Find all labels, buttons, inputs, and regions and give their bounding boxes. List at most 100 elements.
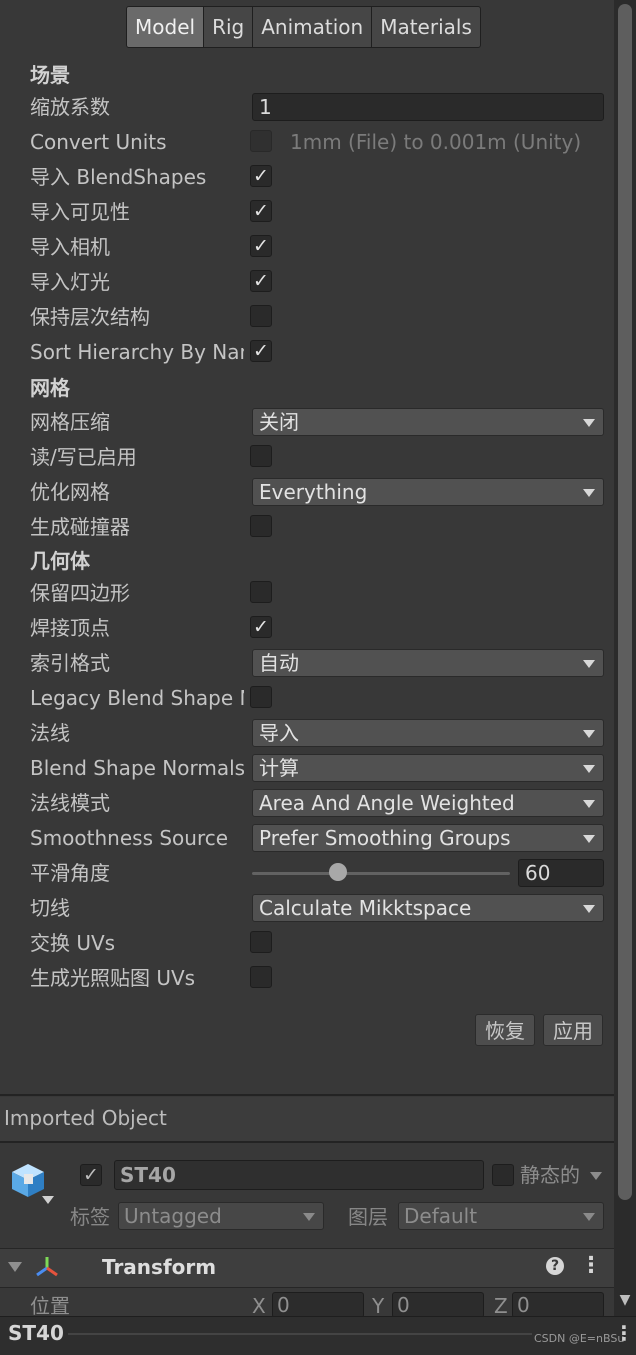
scale-factor-input[interactable]: 1 — [252, 93, 604, 121]
transform-component-header[interactable] — [0, 1248, 614, 1288]
convert-units-hint: 1mm (File) to 0.001m (Unity) — [290, 130, 582, 154]
watermark-text: CSDN @E=nBSu — [532, 1332, 627, 1345]
legacy-blend-checkbox[interactable] — [250, 686, 272, 708]
position-z-input[interactable]: 0 — [512, 1292, 604, 1318]
read-write-row: 读/写已启用 — [30, 440, 610, 475]
tangents-row: 切线 Calculate Mikktspace — [30, 891, 610, 926]
layer-value: Default — [404, 1204, 478, 1228]
import-blendshapes-checkbox[interactable]: ✓ — [250, 165, 272, 187]
lightmap-uvs-label: 生成光照贴图 UVs — [30, 966, 196, 990]
weld-vertices-checkbox[interactable]: ✓ — [250, 616, 272, 638]
lightmap-uvs-row: 生成光照贴图 UVs — [30, 961, 610, 996]
import-visibility-checkbox[interactable]: ✓ — [250, 200, 272, 222]
layer-label: 图层 — [348, 1205, 388, 1229]
tag-dropdown[interactable]: Untagged — [118, 1202, 324, 1230]
section-divider — [0, 1094, 614, 1096]
preview-resize-handle[interactable] — [68, 1333, 608, 1335]
smoothness-source-value: Prefer Smoothing Groups — [259, 826, 511, 850]
static-dropdown-arrow-icon[interactable] — [590, 1172, 602, 1180]
tab-rig[interactable]: Rig — [204, 7, 254, 47]
import-cameras-row: 导入相机 ✓ — [30, 230, 610, 265]
index-format-dropdown[interactable]: 自动 — [252, 649, 604, 677]
scale-factor-row: 缩放系数 1 — [30, 90, 610, 125]
section-divider — [0, 1141, 614, 1143]
dropdown-arrow-icon — [583, 1213, 595, 1221]
static-label: 静态的 — [520, 1163, 580, 1187]
sort-hierarchy-row: Sort Hierarchy By Name ✓ — [30, 335, 610, 370]
object-active-checkbox[interactable]: ✓ — [80, 1164, 102, 1186]
tangents-label: 切线 — [30, 896, 70, 920]
smoothness-source-label: Smoothness Source — [30, 826, 229, 850]
dropdown-arrow-icon — [583, 660, 595, 668]
geometry-section-heading: 几何体 — [30, 549, 90, 573]
read-write-label: 读/写已启用 — [30, 445, 137, 469]
optimize-mesh-dropdown[interactable]: Everything — [252, 478, 604, 506]
dropdown-arrow-icon — [303, 1213, 315, 1221]
convert-units-checkbox[interactable] — [250, 130, 272, 152]
optimize-mesh-row: 优化网格 Everything — [30, 475, 610, 510]
blend-shape-normals-dropdown[interactable]: 计算 — [252, 754, 604, 782]
dropdown-arrow-icon — [583, 905, 595, 913]
scroll-down-arrow-icon[interactable]: ▼ — [616, 1288, 634, 1312]
icon-dropdown-arrow-icon[interactable] — [42, 1196, 54, 1204]
generate-colliders-row: 生成碰撞器 — [30, 510, 610, 545]
import-blendshapes-row: 导入 BlendShapes ✓ — [30, 160, 610, 195]
blend-shape-normals-label: Blend Shape Normals — [30, 756, 244, 780]
dropdown-arrow-icon — [583, 730, 595, 738]
tab-model[interactable]: Model — [127, 7, 205, 47]
sort-hierarchy-checkbox[interactable]: ✓ — [250, 340, 272, 362]
normals-label: 法线 — [30, 721, 70, 745]
prefab-cube-icon[interactable] — [8, 1160, 48, 1200]
position-x-input[interactable]: 0 — [272, 1292, 364, 1318]
tab-materials[interactable]: Materials — [372, 7, 480, 47]
imported-object-title: Imported Object — [4, 1106, 167, 1130]
preserve-hierarchy-checkbox[interactable] — [250, 305, 272, 327]
foldout-arrow-icon[interactable] — [8, 1262, 22, 1272]
scrollbar-thumb[interactable] — [618, 4, 632, 1200]
normals-mode-value: Area And Angle Weighted — [259, 791, 515, 815]
mesh-compression-dropdown[interactable]: 关闭 — [252, 408, 604, 436]
read-write-checkbox[interactable] — [250, 445, 272, 467]
dropdown-arrow-icon — [583, 765, 595, 773]
tangents-dropdown[interactable]: Calculate Mikktspace — [252, 894, 604, 922]
apply-button[interactable]: 应用 — [543, 1014, 603, 1046]
preview-title: ST40 — [8, 1321, 64, 1345]
smoothness-source-dropdown[interactable]: Prefer Smoothing Groups — [252, 824, 604, 852]
normals-mode-dropdown[interactable]: Area And Angle Weighted — [252, 789, 604, 817]
more-options-icon[interactable]: ⋮ — [580, 1254, 602, 1280]
smoothness-source-row: Smoothness Source Prefer Smoothing Group… — [30, 821, 610, 856]
preview-more-icon[interactable]: ⋮ — [614, 1320, 634, 1346]
static-checkbox[interactable] — [492, 1164, 514, 1186]
tag-value: Untagged — [124, 1204, 222, 1228]
help-icon[interactable]: ? — [546, 1257, 564, 1275]
index-format-value: 自动 — [259, 651, 299, 675]
generate-colliders-checkbox[interactable] — [250, 515, 272, 537]
keep-quads-checkbox[interactable] — [250, 581, 272, 603]
sort-hierarchy-label: Sort Hierarchy By Name — [30, 340, 244, 364]
dropdown-arrow-icon — [583, 800, 595, 808]
import-cameras-checkbox[interactable]: ✓ — [250, 235, 272, 257]
scene-section-heading: 场景 — [30, 63, 70, 87]
swap-uvs-checkbox[interactable] — [250, 931, 272, 953]
keep-quads-label: 保留四边形 — [30, 581, 130, 605]
smoothing-angle-input[interactable]: 60 — [518, 859, 604, 887]
import-blendshapes-label: 导入 BlendShapes — [30, 165, 207, 189]
object-name-input[interactable]: ST40 — [114, 1160, 484, 1190]
position-y-input[interactable]: 0 — [392, 1292, 484, 1318]
normals-dropdown[interactable]: 导入 — [252, 719, 604, 747]
lightmap-uvs-checkbox[interactable] — [250, 966, 272, 988]
smoothing-angle-row: 平滑角度 60 — [30, 856, 610, 891]
import-lights-checkbox[interactable]: ✓ — [250, 270, 272, 292]
revert-button[interactable]: 恢复 — [475, 1014, 535, 1046]
smoothing-angle-slider-thumb[interactable] — [328, 863, 347, 881]
dropdown-arrow-icon — [583, 489, 595, 497]
import-visibility-row: 导入可见性 ✓ — [30, 195, 610, 230]
tag-label: 标签 — [70, 1205, 110, 1229]
tab-animation[interactable]: Animation — [253, 7, 373, 47]
swap-uvs-label: 交换 UVs — [30, 931, 116, 955]
layer-dropdown[interactable]: Default — [398, 1202, 604, 1230]
smoothing-angle-slider[interactable] — [252, 872, 510, 875]
blend-shape-normals-row: Blend Shape Normals 计算 — [30, 751, 610, 786]
swap-uvs-row: 交换 UVs — [30, 926, 610, 961]
legacy-blend-label: Legacy Blend Shape Normals — [30, 686, 244, 710]
